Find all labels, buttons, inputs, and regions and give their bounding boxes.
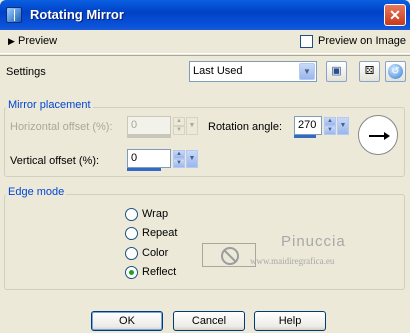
edge-mode-reflect-radio[interactable] — [125, 266, 138, 279]
watermark-url: www.maidiregrafica.eu — [250, 256, 335, 266]
edge-mode-repeat-label[interactable]: Repeat — [142, 227, 177, 239]
edge-mode-wrap-radio[interactable] — [125, 208, 138, 221]
rotation-angle-input[interactable]: 270 — [294, 116, 322, 135]
horizontal-offset-slider — [127, 135, 171, 138]
save-icon: ▣ — [331, 65, 342, 77]
arrow-head — [384, 132, 390, 140]
chevron-down-icon[interactable]: ▼ — [186, 150, 198, 168]
horizontal-offset-input: 0 — [127, 116, 171, 135]
edge-mode-color-radio[interactable] — [125, 247, 138, 260]
chevron-down-icon[interactable]: ▼ — [299, 63, 315, 80]
close-button[interactable]: ✕ — [384, 4, 406, 26]
color-swatch — [202, 243, 256, 267]
title-bar: Rotating Mirror ✕ — [0, 0, 410, 30]
randomize-button[interactable]: ⚄ — [359, 61, 380, 82]
no-symbol-icon — [221, 247, 239, 265]
edge-mode-reflect-label[interactable]: Reflect — [142, 266, 176, 278]
rotation-angle-spinner[interactable]: 270 ▲ ▼ ▼ — [294, 116, 350, 138]
horizontal-offset-label: Horizontal offset (%): — [10, 121, 113, 133]
edge-mode-color-label[interactable]: Color — [142, 247, 168, 259]
preview-on-image-label: Preview on Image — [318, 35, 407, 47]
preview-toggle[interactable]: Preview — [18, 35, 57, 47]
rotation-angle-label: Rotation angle: — [208, 121, 282, 133]
settings-label: Settings — [6, 66, 46, 78]
ok-button[interactable]: OK — [91, 311, 163, 331]
vertical-offset-input[interactable]: 0 — [127, 149, 171, 168]
rotation-dial[interactable] — [358, 115, 398, 155]
vertical-offset-slider[interactable] — [127, 168, 161, 171]
edge-mode-legend: Edge mode — [6, 186, 67, 198]
preview-on-image-checkbox[interactable] — [300, 35, 313, 48]
expand-arrow-icon[interactable]: ▶ — [8, 36, 15, 47]
help-button[interactable]: Help — [254, 311, 326, 331]
reset-button[interactable]: ↺ — [385, 61, 406, 82]
cancel-button[interactable]: Cancel — [173, 311, 245, 331]
spin-up-icon: ▲ — [173, 117, 185, 126]
spin-down-icon: ▼ — [173, 126, 185, 135]
settings-dropdown[interactable]: Last Used ▼ — [189, 61, 317, 82]
settings-value: Last Used — [193, 65, 243, 77]
spin-up-icon[interactable]: ▲ — [324, 117, 336, 126]
app-icon — [6, 7, 22, 23]
reset-icon: ↺ — [388, 64, 403, 79]
window-title: Rotating Mirror — [30, 7, 124, 22]
dice-icon: ⚄ — [364, 65, 375, 77]
settings-row: Settings Last Used ▼ ▣ ⚄ ↺ — [0, 55, 410, 87]
spin-down-icon[interactable]: ▼ — [173, 159, 185, 168]
mirror-placement-legend: Mirror placement — [6, 99, 93, 111]
watermark-name: Pinuccia — [281, 233, 346, 250]
vertical-offset-label: Vertical offset (%): — [10, 155, 100, 167]
chevron-down-icon: ▼ — [186, 117, 198, 135]
preview-bar: ▶ Preview Preview on Image — [0, 30, 410, 54]
edge-mode-wrap-label[interactable]: Wrap — [142, 208, 168, 220]
edge-mode-repeat-radio[interactable] — [125, 227, 138, 240]
vertical-offset-spinner[interactable]: 0 ▲ ▼ ▼ — [127, 149, 199, 171]
spin-down-icon[interactable]: ▼ — [324, 126, 336, 135]
horizontal-offset-spinner: 0 ▲ ▼ ▼ — [127, 116, 199, 138]
spin-up-icon[interactable]: ▲ — [173, 150, 185, 159]
rotation-angle-slider[interactable] — [294, 135, 316, 138]
save-preset-button[interactable]: ▣ — [326, 61, 347, 82]
chevron-down-icon[interactable]: ▼ — [337, 117, 349, 135]
